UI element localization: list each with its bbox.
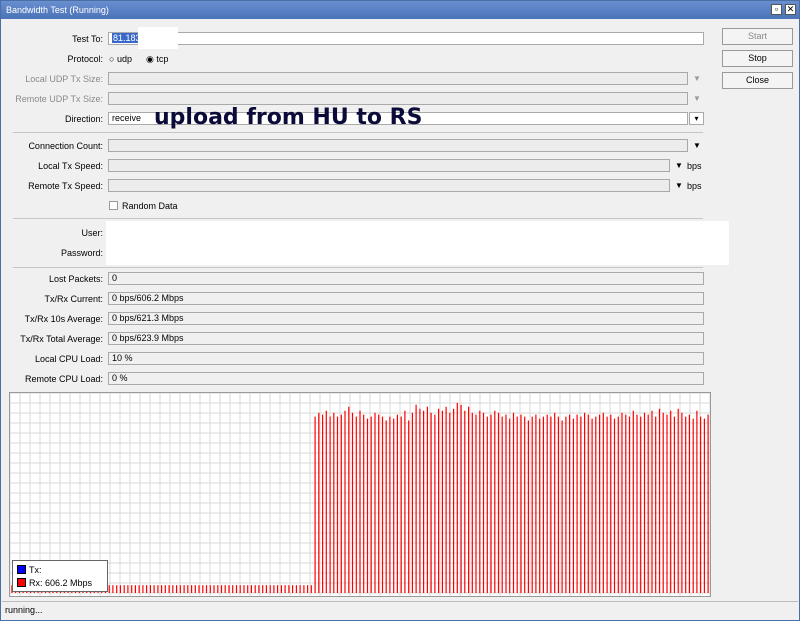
connection-count-input[interactable] — [108, 139, 688, 152]
minimize-icon[interactable]: ▫ — [771, 4, 782, 15]
legend-tx-label: Tx: — [29, 565, 42, 575]
status-bar: running... — [2, 601, 798, 618]
tx-rx-10s-average-label: Tx/Rx 10s Average: — [24, 314, 103, 324]
graph-legend: Tx: Rx: 606.2 Mbps — [12, 560, 108, 592]
remote-udp-tx-size-input[interactable] — [108, 92, 688, 105]
user-label: User: — [81, 228, 103, 238]
lost-packets-label: Lost Packets: — [48, 274, 103, 284]
separator — [13, 218, 703, 219]
dropdown-arrow-icon[interactable]: ▼ — [675, 161, 683, 170]
separator — [13, 267, 703, 268]
remote-cpu-load-value: 0 % — [108, 372, 704, 385]
local-cpu-load-value: 10 % — [108, 352, 704, 365]
start-button[interactable]: Start — [722, 28, 793, 45]
tcp-label: tcp — [156, 54, 169, 64]
test-to-input[interactable]: 81.183 — [108, 32, 704, 45]
dropdown-arrow-icon[interactable]: ▼ — [693, 94, 701, 103]
radio-off-icon: ○ — [109, 54, 115, 64]
local-udp-tx-size-input[interactable] — [108, 72, 688, 85]
password-label: Password: — [60, 248, 103, 258]
dropdown-arrow-icon[interactable]: ▼ — [675, 181, 683, 190]
tx-rx-10s-average-value: 0 bps/621.3 Mbps — [108, 312, 704, 325]
rx-swatch-icon — [17, 578, 26, 587]
redaction-mask — [138, 27, 178, 49]
close-window-icon[interactable]: ✕ — [785, 4, 796, 15]
dropdown-arrow-icon[interactable]: ▼ — [693, 74, 701, 83]
tx-swatch-icon — [17, 565, 26, 574]
random-data-checkbox[interactable] — [109, 201, 118, 210]
remote-tx-speed-input[interactable] — [108, 179, 670, 192]
local-tx-speed-label: Local Tx Speed: — [38, 161, 103, 171]
tx-rx-total-average-label: Tx/Rx Total Average: — [20, 334, 103, 344]
radio-udp[interactable]: ○ udp — [109, 54, 132, 64]
local-tx-speed-input[interactable] — [108, 159, 670, 172]
bps-unit: bps — [687, 181, 702, 191]
direction-dropdown-icon[interactable]: ▾ — [689, 112, 704, 125]
protocol-label: Protocol: — [67, 54, 103, 64]
tx-rx-current-label: Tx/Rx Current: — [44, 294, 103, 304]
separator — [13, 132, 703, 133]
traffic-graph-svg — [10, 393, 710, 596]
connection-count-label: Connection Count: — [28, 141, 103, 151]
close-button[interactable]: Close — [722, 72, 793, 89]
user-input[interactable] — [108, 224, 704, 237]
tx-rx-total-average-value: 0 bps/623.9 Mbps — [108, 332, 704, 345]
traffic-graph: Tx: Rx: 606.2 Mbps — [9, 392, 711, 597]
stop-button[interactable]: Stop — [722, 50, 793, 67]
tx-rx-current-value: 0 bps/606.2 Mbps — [108, 292, 704, 305]
test-to-label: Test To: — [72, 34, 103, 44]
remote-udp-tx-size-label: Remote UDP Tx Size: — [15, 94, 103, 104]
dropdown-arrow-icon[interactable]: ▼ — [693, 141, 701, 150]
lost-packets-value: 0 — [108, 272, 704, 285]
window-title: Bandwidth Test (Running) — [6, 5, 109, 15]
remote-tx-speed-label: Remote Tx Speed: — [28, 181, 103, 191]
direction-label: Direction: — [64, 114, 103, 124]
radio-tcp[interactable]: ◉ tcp — [146, 54, 168, 65]
legend-rx-label: Rx: 606.2 Mbps — [29, 578, 93, 588]
local-udp-tx-size-label: Local UDP Tx Size: — [25, 74, 103, 84]
annotation-text: upload from HU to RS — [154, 105, 423, 130]
udp-label: udp — [116, 54, 132, 64]
password-input[interactable] — [108, 244, 704, 257]
bps-unit: bps — [687, 161, 702, 171]
random-data-label: Random Data — [122, 201, 178, 211]
radio-on-icon: ◉ — [146, 54, 154, 64]
title-bar[interactable]: Bandwidth Test (Running) ▫ ✕ — [1, 1, 799, 19]
remote-cpu-load-label: Remote CPU Load: — [24, 374, 103, 384]
local-cpu-load-label: Local CPU Load: — [34, 354, 103, 364]
bandwidth-test-window: Bandwidth Test (Running) ▫ ✕ Start Stop … — [0, 0, 800, 621]
